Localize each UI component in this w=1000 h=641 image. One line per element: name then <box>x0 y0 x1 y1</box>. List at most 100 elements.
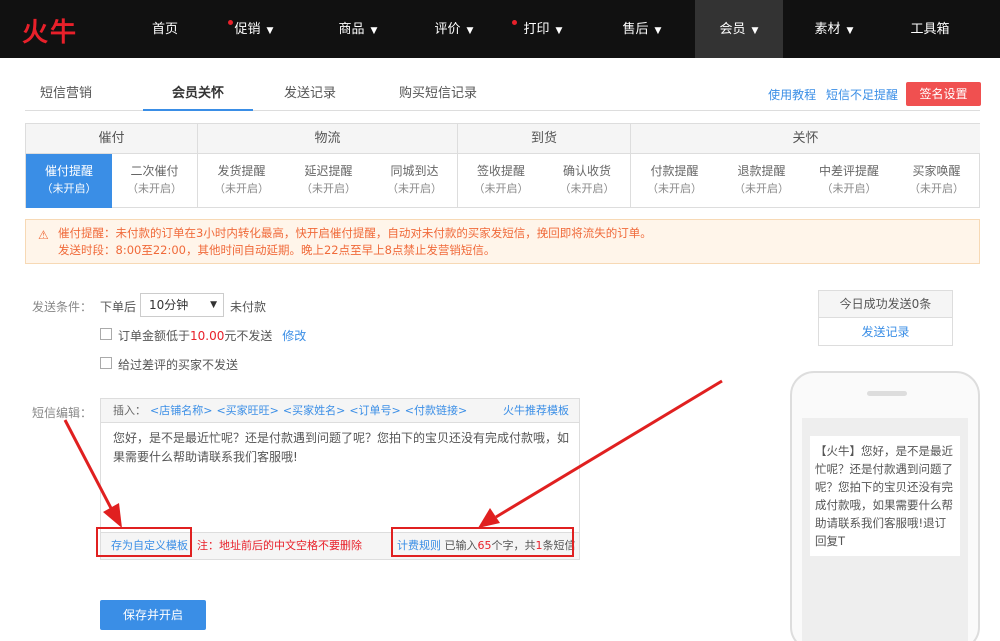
item-status: （未开启） <box>734 182 789 195</box>
signature-settings-button[interactable]: 签名设置 <box>906 82 981 106</box>
item-bad-review-remind[interactable]: 中差评提醒 （未开启） <box>805 154 893 208</box>
modify-link[interactable]: 修改 <box>282 329 306 343</box>
nav-home[interactable]: 首页 <box>135 0 195 58</box>
item-label: 二次催付 <box>130 164 179 178</box>
nav-toolbox[interactable]: 工具箱 <box>897 0 963 58</box>
item-status: （未开启） <box>821 182 877 195</box>
warning-banner: ⚠ 催付提醒：未付款的订单在3小时内转化最高，快开启催付提醒，自动对未付款的买家… <box>25 219 980 264</box>
today-stats-box: 今日成功发送0条 发送记录 <box>818 290 953 346</box>
item-delay-remind[interactable]: 延迟提醒 （未开启） <box>285 154 372 208</box>
insert-shop-name[interactable]: <店铺名称> <box>150 404 212 417</box>
chevron-down-icon: ▼ <box>210 300 217 310</box>
nav-goods[interactable]: 商品 ▼ <box>322 0 394 58</box>
insert-buyer-wangwang[interactable]: <买家旺旺> <box>216 404 278 417</box>
warning-icon: ⚠ <box>38 228 49 242</box>
nav-label: 售后 <box>622 22 649 37</box>
sms-edit-label: 短信编辑： <box>32 406 93 420</box>
item-status: （未开启） <box>559 182 615 195</box>
tutorial-link[interactable]: 使用教程 <box>768 88 816 102</box>
item-sign-remind[interactable]: 签收提醒 （未开启） <box>458 154 544 208</box>
item-status: （未开启） <box>387 182 442 195</box>
item-pay-remind[interactable]: 付款提醒 （未开启） <box>631 154 718 208</box>
after-order-text: 下单后 <box>100 300 137 314</box>
tab-sms-marketing[interactable]: 短信营销 <box>25 78 107 111</box>
item-label: 同城到达 <box>390 164 439 178</box>
amount-value: 10.00 <box>190 329 225 343</box>
nav-assets[interactable]: 素材 ▼ <box>798 0 870 58</box>
category-header-logistics: 物流 <box>198 124 458 154</box>
unpaid-text: 未付款 <box>230 300 267 314</box>
nav-reviews[interactable]: 评价 ▼ <box>418 0 490 58</box>
preview-message: 【火牛】您好，是不是最近忙呢？还是付款遇到问题了呢？您拍下的宝贝还没有完成付款哦… <box>810 436 960 556</box>
item-confirm-receipt[interactable]: 确认收货 （未开启） <box>544 154 631 208</box>
item-status: （未开启） <box>214 182 269 195</box>
nav-print[interactable]: 打印 ▼ <box>504 0 582 58</box>
tab-send-records[interactable]: 发送记录 <box>275 78 345 111</box>
item-ship-remind[interactable]: 发货提醒 （未开启） <box>198 154 285 208</box>
tab-member-care[interactable]: 会员关怀 <box>143 78 253 111</box>
chevron-down-icon: ▼ <box>654 26 662 36</box>
warning-line-2: 发送时段：8:00至22:00，其他时间自动延期。晚上22点至早上8点禁止发营销… <box>58 243 496 257</box>
insert-pay-link[interactable]: <付款链接> <box>405 404 467 417</box>
new-dot <box>228 20 233 25</box>
item-status: （未开启） <box>473 182 529 195</box>
item-label: 发货提醒 <box>217 164 266 178</box>
exclude-bad-review-text: 给过差评的买家不发送 <box>118 358 239 372</box>
exclude-bad-review-checkbox[interactable] <box>100 357 112 369</box>
amount-prefix: 订单金额低于 <box>118 329 191 343</box>
delay-select[interactable]: 10分钟 ▼ <box>140 293 224 317</box>
item-urge-payment[interactable]: 催付提醒 （未开启） <box>26 154 112 208</box>
phone-speaker <box>867 391 907 396</box>
item-label: 退款提醒 <box>737 164 786 178</box>
amount-threshold-checkbox[interactable] <box>100 328 112 340</box>
address-note: 注：地址前后的中文空格不要删除 <box>197 539 362 552</box>
item-status: （未开启） <box>647 182 702 195</box>
logo[interactable]: 火牛 <box>22 12 78 49</box>
nav-label: 评价 <box>434 22 461 37</box>
sms-content-textarea[interactable]: 您好，是不是最近忙呢？还是付款遇到问题了呢？您拍下的宝贝还没有完成付款哦，如果需… <box>113 429 573 467</box>
category-header-care: 关怀 <box>631 124 980 154</box>
item-label: 确认收货 <box>562 164 611 178</box>
item-buyer-wakeup[interactable]: 买家唤醒 （未开启） <box>893 154 980 208</box>
item-label: 中差评提醒 <box>818 164 879 178</box>
top-nav: 火牛 首页 促销 ▼ 商品 ▼ 评价 ▼ 打印 ▼ 售后 ▼ 会员 ▼ 素材 ▼ 工具箱 <box>0 0 1000 58</box>
nav-label: 素材 <box>814 22 841 37</box>
insert-buyer-name[interactable]: <买家姓名> <box>283 404 345 417</box>
nav-promotion[interactable]: 促销 ▼ <box>218 0 290 58</box>
page: 火牛 首页 促销 ▼ 商品 ▼ 评价 ▼ 打印 ▼ 售后 ▼ 会员 ▼ 素材 ▼ 工具箱 短信… <box>0 0 1000 641</box>
recommended-template-link[interactable]: 火牛推荐模板 <box>503 399 569 423</box>
amount-threshold-text: 订单金额低于10.00元不发送 修改 <box>118 327 306 344</box>
nav-label: 打印 <box>523 22 550 37</box>
nav-label: 会员 <box>719 22 746 37</box>
phone-screen: 【火牛】您好，是不是最近忙呢？还是付款遇到问题了呢？您拍下的宝贝还没有完成付款哦… <box>802 418 968 641</box>
category-header-urge: 催付 <box>26 124 198 154</box>
category-table: 催付 物流 到货 关怀 催付提醒 （未开启） 二次催付 （未开启） 发货提醒 （未开启… <box>25 123 980 208</box>
send-record-link[interactable]: 发送记录 <box>819 318 952 346</box>
chevron-down-icon: ▼ <box>466 26 474 36</box>
item-second-urge[interactable]: 二次催付 （未开启） <box>112 154 198 208</box>
nav-label: 商品 <box>338 22 365 37</box>
nav-label: 首页 <box>151 22 178 37</box>
category-header-arrival: 到货 <box>458 124 631 154</box>
annotation-box-char-count <box>391 527 574 557</box>
today-sent-count: 今日成功发送0条 <box>819 291 952 318</box>
item-label: 催付提醒 <box>44 164 93 178</box>
nav-aftersale[interactable]: 售后 ▼ <box>606 0 678 58</box>
nav-label: 促销 <box>234 22 261 37</box>
tab-purchase-records[interactable]: 购买短信记录 <box>393 78 483 111</box>
annotation-box-save-template <box>96 527 192 557</box>
top-links: 使用教程 短信不足提醒 <box>762 86 898 103</box>
sms-low-remind-link[interactable]: 短信不足提醒 <box>826 88 898 102</box>
item-city-arrival[interactable]: 同城到达 （未开启） <box>372 154 458 208</box>
item-refund-remind[interactable]: 退款提醒 （未开启） <box>718 154 805 208</box>
insert-order-no[interactable]: <订单号> <box>349 404 400 417</box>
insert-toolbar: 插入： <店铺名称> <买家旺旺> <买家姓名> <订单号> <付款链接> 火牛推荐模板 <box>101 399 579 423</box>
chevron-down-icon: ▼ <box>555 26 563 36</box>
nav-member[interactable]: 会员 ▼ <box>695 0 783 58</box>
save-and-enable-button[interactable]: 保存并开启 <box>100 600 206 630</box>
phone-preview: 【火牛】您好，是不是最近忙呢？还是付款遇到问题了呢？您拍下的宝贝还没有完成付款哦… <box>790 371 980 641</box>
item-status: （未开启） <box>127 182 182 195</box>
item-label: 付款提醒 <box>650 164 699 178</box>
item-status: （未开启） <box>41 182 97 195</box>
item-label: 买家唤醒 <box>912 164 961 178</box>
